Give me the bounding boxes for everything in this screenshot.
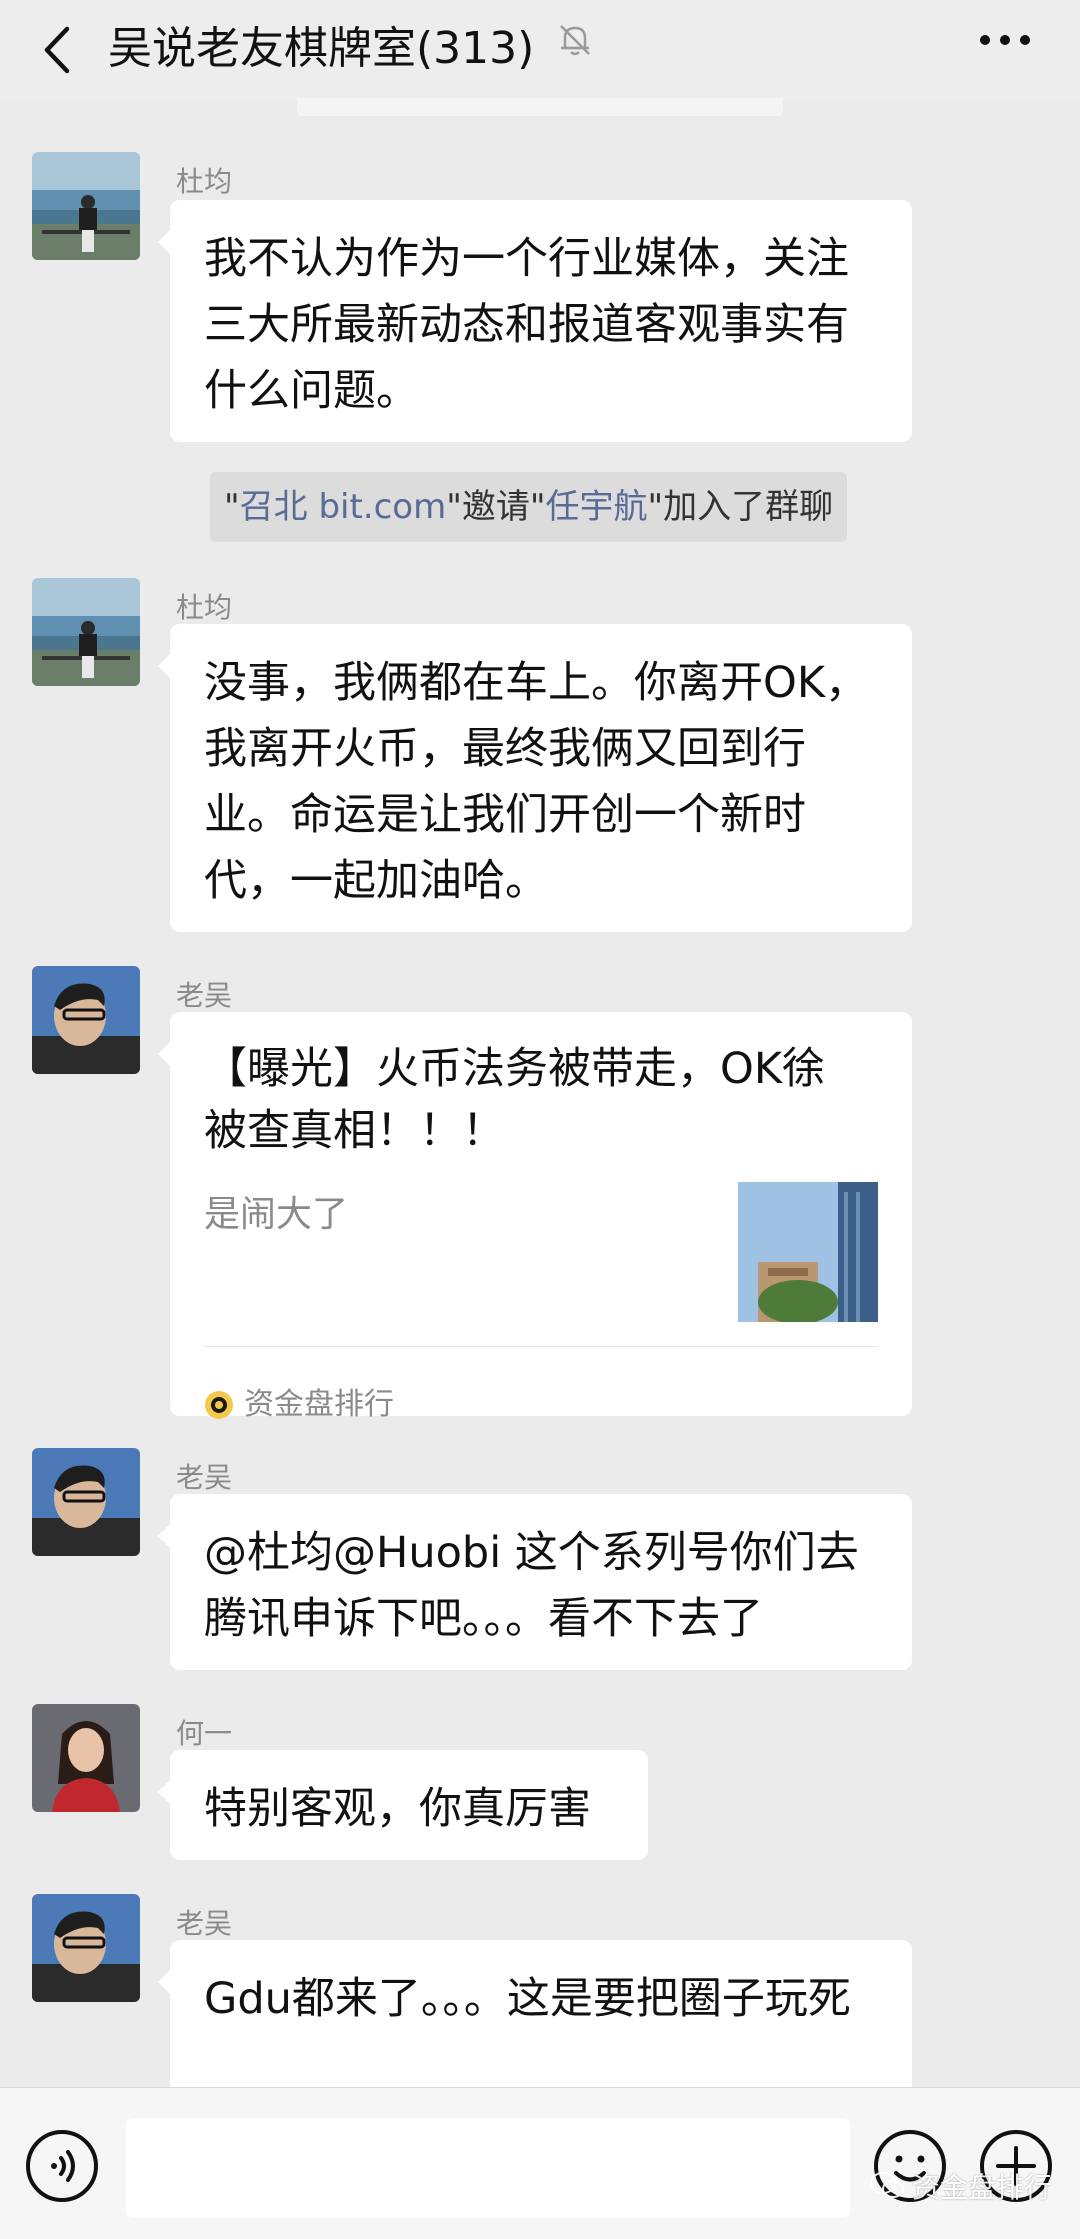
sender-name: 老吴 [176,1907,233,1940]
sender-name: 杜均 [176,165,233,198]
avatar-image [32,152,140,260]
chevron-left-icon [44,26,70,74]
voice-button[interactable] [24,2128,100,2204]
wechat-logo-icon [870,2172,904,2198]
avatar-image [32,1894,140,2002]
avatar[interactable] [32,1704,140,1812]
watermark: 资金盘排行 [870,2166,1052,2206]
avatar[interactable] [32,1448,140,1556]
system-notice: "召北 bit.com"邀请"任宇航"加入了群聊 [210,472,848,542]
avatar[interactable] [32,578,140,686]
inviter-link[interactable]: 召北 bit.com [240,487,447,527]
sender-name: 杜均 [176,591,233,624]
avatar-image [32,1704,140,1812]
sender-name: 老吴 [176,979,233,1012]
more-dots-icon [980,35,1030,45]
bell-off-icon [560,25,590,56]
sender-name: 老吴 [176,1461,233,1494]
chat-header: 吴说老友棋牌室(313) [0,0,1080,100]
avatar[interactable] [32,1894,140,2002]
shared-link-card[interactable]: 【曝光】火币法务被带走，OK徐被查真相！！！ 是闹大了 资金盘排行 [158,1012,912,1422]
thumbnail-image [738,1182,878,1322]
back-button[interactable] [28,18,84,82]
card-description: 是闹大了 [204,1194,349,1235]
message-bubble[interactable]: @杜均@Huobi 这个系列号你们去腾讯申诉下吧。。。看不下去了 [158,1494,912,1670]
avatar[interactable] [32,966,140,1074]
notice-quote: " [224,487,240,527]
watermark-text: 资金盘排行 [912,2171,1053,2204]
chat-title: 吴说老友棋牌室(313) [108,23,535,74]
card-source: 资金盘排行 [204,1372,394,1438]
source-name: 资金盘排行 [244,1387,394,1422]
card-thumbnail [738,1182,878,1322]
avatar-image [32,1448,140,1556]
message-bubble[interactable]: 特别客观，你真厉害 [158,1750,648,1860]
card-divider [204,1346,878,1347]
message-bubble[interactable]: Gdu都来了。。。这是要把圈子玩死 [158,1940,912,2087]
message-input[interactable] [126,2118,850,2218]
notice-text: "加入了群聊 [647,487,834,527]
source-logo-icon [205,1391,233,1419]
card-title: 【曝光】火币法务被带走，OK徐被查真相！！！ [204,1044,826,1156]
voice-icon [26,2130,98,2202]
avatar[interactable] [32,152,140,260]
message-bubble[interactable]: 没事，我俩都在车上。你离开OK，我离开火币，最终我俩又回到行业。命运是让我们开创… [158,624,912,932]
message-bubble[interactable]: 我不认为作为一个行业媒体，关注三大所最新动态和报道客观事实有什么问题。 [158,200,912,442]
avatar-image [32,578,140,686]
sender-name: 何一 [176,1717,233,1750]
notice-text: "邀请" [446,487,546,527]
avatar-image [32,966,140,1074]
more-options-button[interactable] [975,18,1035,62]
chat-message-list[interactable]: 杜均 我不认为作为一个行业媒体，关注三大所最新动态和报道客观事实有什么问题。 "… [0,100,1080,2087]
input-bar [0,2087,1080,2239]
invitee-link[interactable]: 任宇航 [546,487,648,527]
